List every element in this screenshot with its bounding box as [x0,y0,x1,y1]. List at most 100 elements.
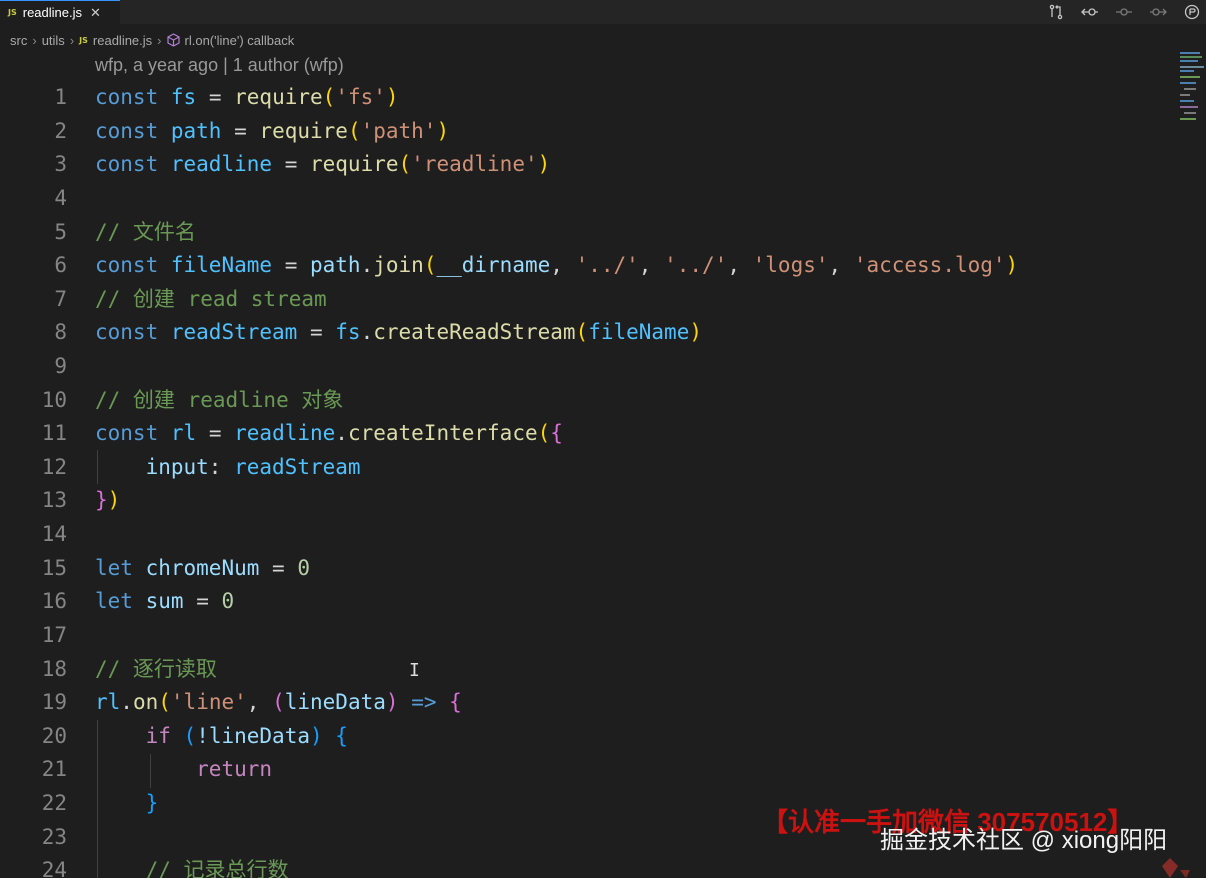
code-text: }) [95,488,121,512]
line-number: 21 [41,757,67,781]
line-number: 16 [41,589,67,613]
minimap-line [1180,100,1194,102]
symbol-method-icon [166,33,180,47]
code-line: 1 const fs = require('fs') [0,80,1174,114]
line-number: 22 [41,791,67,815]
code-text: const fs = require('fs') [95,85,399,109]
git-commit-icon[interactable] [1114,2,1134,22]
go-back-icon[interactable] [1080,2,1100,22]
code-line: 6 const fileName = path.join(__dirname, … [0,248,1174,282]
minimap-line [1180,94,1190,96]
minimap-line [1180,60,1198,62]
code-text: const fileName = path.join(__dirname, '.… [95,253,1019,277]
minimap-line [1180,70,1194,72]
line-number: 14 [41,522,67,546]
chevron-right-icon: › [157,32,162,48]
code-comment: // 创建 read stream [95,287,327,311]
juejin-logo-icon [1160,856,1200,878]
code-editor[interactable]: 1 const fs = require('fs') 2 const path … [0,80,1174,878]
minimap-line [1180,66,1204,68]
minimap[interactable] [1176,48,1206,878]
code-comment: // 文件名 [95,220,196,244]
line-number: 24 [41,858,67,878]
code-text: rl.on('line', (lineData) => { [95,690,462,714]
line-number: 17 [41,623,67,647]
code-text: input: readStream [145,455,361,479]
tab-readline-js[interactable]: JS readline.js ✕ [0,0,120,24]
editor-actions [1046,0,1202,24]
code-line: 16 let sum = 0 [0,584,1174,618]
line-number: 18 [41,657,67,681]
minimap-line [1180,82,1196,84]
code-line: 24 // 记录总行数 [0,853,1174,878]
line-number: 3 [54,152,67,176]
line-number: 12 [41,455,67,479]
code-line: 14 [0,517,1174,551]
code-text: const readline = require('readline') [95,152,551,176]
javascript-file-icon: JS [8,8,17,17]
code-line: 9 [0,349,1174,383]
minimap-line [1180,118,1196,120]
code-line: 15 let chromeNum = 0 [0,551,1174,585]
code-text: } [145,791,159,815]
line-number: 19 [41,690,67,714]
code-line: 2 const path = require('path') [0,114,1174,148]
code-line: 10 // 创建 readline 对象 [0,383,1174,417]
minimap-line [1180,106,1198,108]
line-number: 20 [41,724,67,748]
code-text: let sum = 0 [95,589,235,613]
breadcrumb-item-file[interactable]: readline.js [93,33,152,48]
breadcrumb-item-src[interactable]: src [10,33,27,48]
watermark-site: 掘金技术社区 @ xiong阳阳 [880,827,1168,854]
code-line: 11 const rl = readline.createInterface({ [0,416,1174,450]
line-number: 13 [41,488,67,512]
code-line: 8 const readStream = fs.createReadStream… [0,315,1174,349]
code-comment: // 创建 readline 对象 [95,388,344,412]
line-number: 1 [54,85,67,109]
code-text: const path = require('path') [95,119,450,143]
minimap-line [1184,112,1196,114]
chevron-right-icon: › [32,32,37,48]
tab-label: readline.js [22,5,83,20]
code-text: if (!lineData) { [145,724,348,748]
javascript-file-icon: JS [79,35,88,45]
code-line: 13 }) [0,483,1174,517]
code-line: 4 [0,181,1174,215]
code-line: 3 const readline = require('readline') [0,147,1174,181]
minimap-line [1180,52,1200,54]
line-number: 5 [54,220,67,244]
line-number: 15 [41,556,67,580]
code-line: 20 if (!lineData) { [0,719,1174,753]
git-compare-icon[interactable] [1046,2,1066,22]
code-text: const rl = readline.createInterface({ [95,421,563,445]
code-text: const readStream = fs.createReadStream(f… [95,320,702,344]
breadcrumb-item-utils[interactable]: utils [42,33,65,48]
line-number: 4 [54,186,67,210]
tab-bar: JS readline.js ✕ [0,0,1206,24]
chevron-right-icon: › [69,32,75,48]
breadcrumb: src › utils › JS readline.js › rl.on('li… [0,28,1206,52]
minimap-line [1180,76,1200,78]
line-number: 7 [54,287,67,311]
line-number: 8 [54,320,67,344]
text-cursor-icon: I [409,660,420,681]
line-number: 11 [41,421,67,445]
line-number: 10 [41,388,67,412]
code-line: 12 input: readStream [0,450,1174,484]
breadcrumb-item-symbol[interactable]: rl.on('line') callback [185,33,295,48]
line-number: 23 [41,825,67,849]
code-line: 7 // 创建 read stream [0,282,1174,316]
minimap-line [1180,56,1202,58]
line-number: 9 [54,354,67,378]
copilot-icon[interactable] [1182,2,1202,22]
go-forward-icon[interactable] [1148,2,1168,22]
close-icon[interactable]: ✕ [90,5,101,21]
minimap-line [1184,88,1196,90]
code-line: 21 return [0,752,1174,786]
code-line: 19 rl.on('line', (lineData) => { [0,685,1174,719]
code-comment: // 记录总行数 [145,858,289,878]
line-number: 6 [54,253,67,277]
code-line: 5 // 文件名 [0,215,1174,249]
git-blame-codelens[interactable]: wfp, a year ago | 1 author (wfp) [95,55,344,76]
code-line: 17 [0,618,1174,652]
